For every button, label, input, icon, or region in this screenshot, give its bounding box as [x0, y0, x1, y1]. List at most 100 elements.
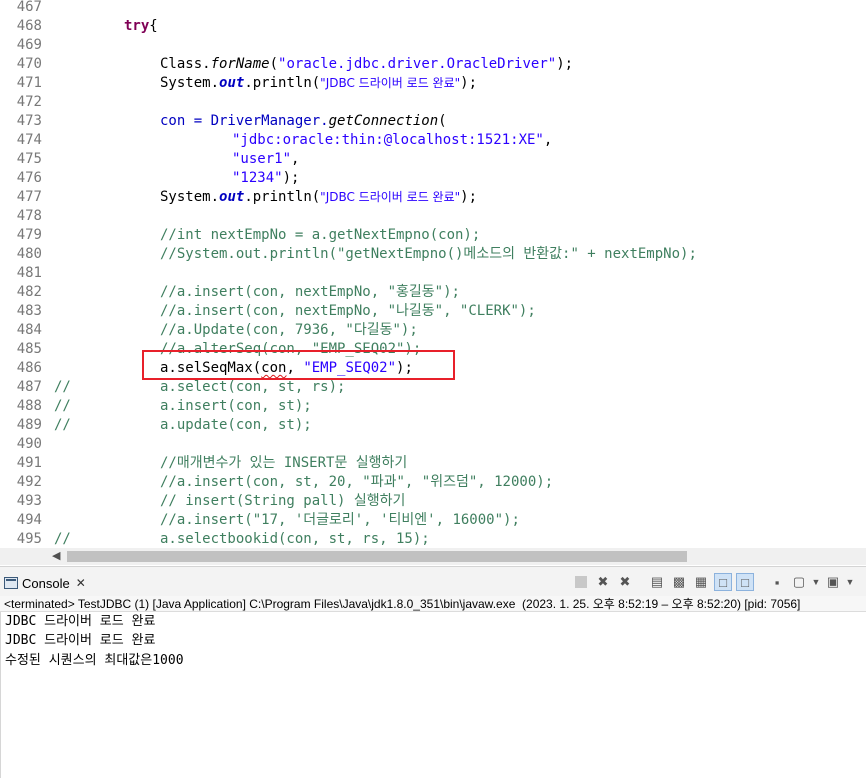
- scroll-left-icon[interactable]: ◀: [52, 549, 60, 562]
- code-token: );: [556, 56, 574, 72]
- code-line: 489 // a.update(con, st);: [0, 416, 866, 435]
- console-output-line: JDBC 드라이버 로드 완료: [5, 633, 156, 648]
- code-token: con = DriverManager.: [160, 113, 329, 129]
- code-line: 470 Class.forName("oracle.jdbc.driver.Ora…: [0, 55, 866, 74]
- keyword-try: try: [124, 18, 150, 34]
- comment: //a.insert(con, st, 20, "파과", "위즈덤", 120…: [160, 474, 554, 490]
- remove-all-icon[interactable]: ✖: [616, 573, 634, 591]
- line-number: 482: [16, 284, 42, 300]
- code-token: forName: [210, 56, 270, 72]
- string-literal: "JDBC 드라이버 로드 완료": [320, 76, 461, 90]
- comment-marker: //: [54, 417, 71, 433]
- show-console-stderr-icon[interactable]: □: [736, 573, 754, 591]
- line-number: 485: [16, 341, 42, 357]
- comment: a.selectbookid(con, st, rs, 15);: [160, 531, 430, 547]
- comment: //a.insert("17, '더글로리', '티비엔', 16000");: [160, 512, 520, 528]
- chevron-down-icon[interactable]: ▼: [846, 573, 855, 591]
- display-console-icon[interactable]: ▢: [790, 573, 808, 591]
- console-tab-bar: Console ✕ ✖ ✖ ▤ ▩ ▦ □ □ ▪ ▢ ▼ ▣ ▼: [0, 566, 866, 596]
- code-line: 484 //a.Update(con, 7936, "다길동");: [0, 321, 866, 340]
- close-icon[interactable]: ✕: [76, 576, 86, 590]
- comment: a.update(con, st);: [160, 417, 312, 433]
- code-token: (: [438, 113, 447, 129]
- code-line: 474 "jdbc:oracle:thin:@localhost:1521:XE"…: [0, 131, 866, 150]
- line-number: 472: [16, 94, 42, 110]
- line-number: 473: [16, 113, 42, 129]
- comment: //a.insert(con, nextEmpNo, "홍길동");: [160, 284, 460, 300]
- code-token: ,: [543, 132, 553, 148]
- code-line: 492 //a.insert(con, st, 20, "파과", "위즈덤", …: [0, 473, 866, 492]
- code-line: 468 try{: [0, 17, 866, 36]
- code-token: .println(: [244, 189, 321, 205]
- scrollbar-thumb[interactable]: [67, 551, 687, 562]
- code-line: 482 //a.insert(con, nextEmpNo, "홍길동");: [0, 283, 866, 302]
- string-literal: "JDBC 드라이버 로드 완료": [320, 190, 461, 204]
- string-literal: "jdbc:oracle:thin:@localhost:1521:XE": [232, 132, 544, 148]
- code-line: 473 con = DriverManager.getConnection(: [0, 112, 866, 131]
- code-token: ,: [291, 151, 300, 167]
- console-toolbar: ✖ ✖ ▤ ▩ ▦ □ □ ▪ ▢ ▼ ▣ ▼: [572, 571, 854, 593]
- code-line: 467: [0, 0, 866, 17]
- horizontal-scrollbar[interactable]: ◀: [0, 548, 866, 565]
- line-number: 468: [16, 18, 42, 34]
- code-token: System.: [160, 75, 220, 91]
- remove-launch-icon[interactable]: ✖: [594, 573, 612, 591]
- open-console-icon[interactable]: ▣: [824, 573, 842, 591]
- terminate-icon[interactable]: [575, 576, 587, 588]
- comment: //System.out.println("getNextEmpno()메소드의…: [160, 246, 697, 262]
- tab-console[interactable]: Console ✕: [4, 573, 86, 593]
- code-line: 480 //System.out.println("getNextEmpno()메…: [0, 245, 866, 264]
- code-line: 490: [0, 435, 866, 454]
- comment: // insert(String pall) 실행하기: [160, 493, 406, 509]
- code-editor[interactable]: 467 468 try{ 469 470 Class.forName("oracle…: [0, 0, 866, 548]
- code-token: Class.: [160, 56, 211, 72]
- code-token: getConnection: [328, 113, 439, 129]
- line-number: 491: [16, 455, 42, 471]
- static-field: out: [219, 75, 245, 91]
- console-output-line: 수정된 시퀀스의 최대값은1000: [5, 653, 184, 668]
- line-number: 480: [16, 246, 42, 262]
- chevron-down-icon[interactable]: ▼: [812, 573, 821, 591]
- code-line: 487 // a.select(con, st, rs);: [0, 378, 866, 397]
- console-output[interactable]: JDBC 드라이버 로드 완료 JDBC 드라이버 로드 완료 수정된 시퀀스의…: [0, 612, 866, 778]
- line-number: 477: [16, 189, 42, 205]
- code-line: 481: [0, 264, 866, 283]
- console-icon: [4, 577, 18, 589]
- string-literal: "oracle.jdbc.driver.OracleDriver": [278, 56, 557, 72]
- code-line: 469: [0, 36, 866, 55]
- line-number: 492: [16, 474, 42, 490]
- line-number: 467: [16, 0, 42, 15]
- scroll-lock-icon[interactable]: ▩: [670, 573, 688, 591]
- line-number: 470: [16, 56, 42, 72]
- comment: //int nextEmpNo = a.getNextEmpno(con);: [160, 227, 481, 243]
- comment: //매개변수가 있는 INSERT문 실행하기: [160, 455, 408, 471]
- code-line: 471 System.out.println("JDBC 드라이버 로드 완료")…: [0, 74, 866, 93]
- line-number: 494: [16, 512, 42, 528]
- clear-console-icon[interactable]: ▤: [648, 573, 666, 591]
- comment-marker: //: [54, 531, 71, 547]
- brace: {: [149, 18, 158, 34]
- string-literal: "1234": [232, 170, 283, 186]
- code-line: 493 // insert(String pall) 실행하기: [0, 492, 866, 511]
- show-console-stdout-icon[interactable]: □: [714, 573, 732, 591]
- code-token: (: [269, 56, 279, 72]
- string-literal: "user1": [232, 151, 292, 167]
- console-output-line: JDBC 드라이버 로드 완료: [5, 614, 156, 629]
- console-tab-label: Console: [22, 575, 70, 591]
- code-token: .println(: [244, 75, 321, 91]
- red-highlight-box: [142, 350, 455, 380]
- code-line: 476 "1234");: [0, 169, 866, 188]
- line-number: 469: [16, 37, 42, 53]
- line-number: 493: [16, 493, 42, 509]
- word-wrap-icon[interactable]: ▦: [692, 573, 710, 591]
- comment: a.select(con, st, rs);: [160, 379, 346, 395]
- line-number: 481: [16, 265, 42, 281]
- code-line: 478: [0, 207, 866, 226]
- code-line: 491 //매개변수가 있는 INSERT문 실행하기: [0, 454, 866, 473]
- code-line: 483 //a.insert(con, nextEmpNo, "나길동", "CL…: [0, 302, 866, 321]
- line-number: 490: [16, 436, 42, 452]
- pin-console-icon[interactable]: ▪: [768, 573, 786, 591]
- line-number: 476: [16, 170, 42, 186]
- code-token: System.: [160, 189, 220, 205]
- code-token: );: [282, 170, 300, 186]
